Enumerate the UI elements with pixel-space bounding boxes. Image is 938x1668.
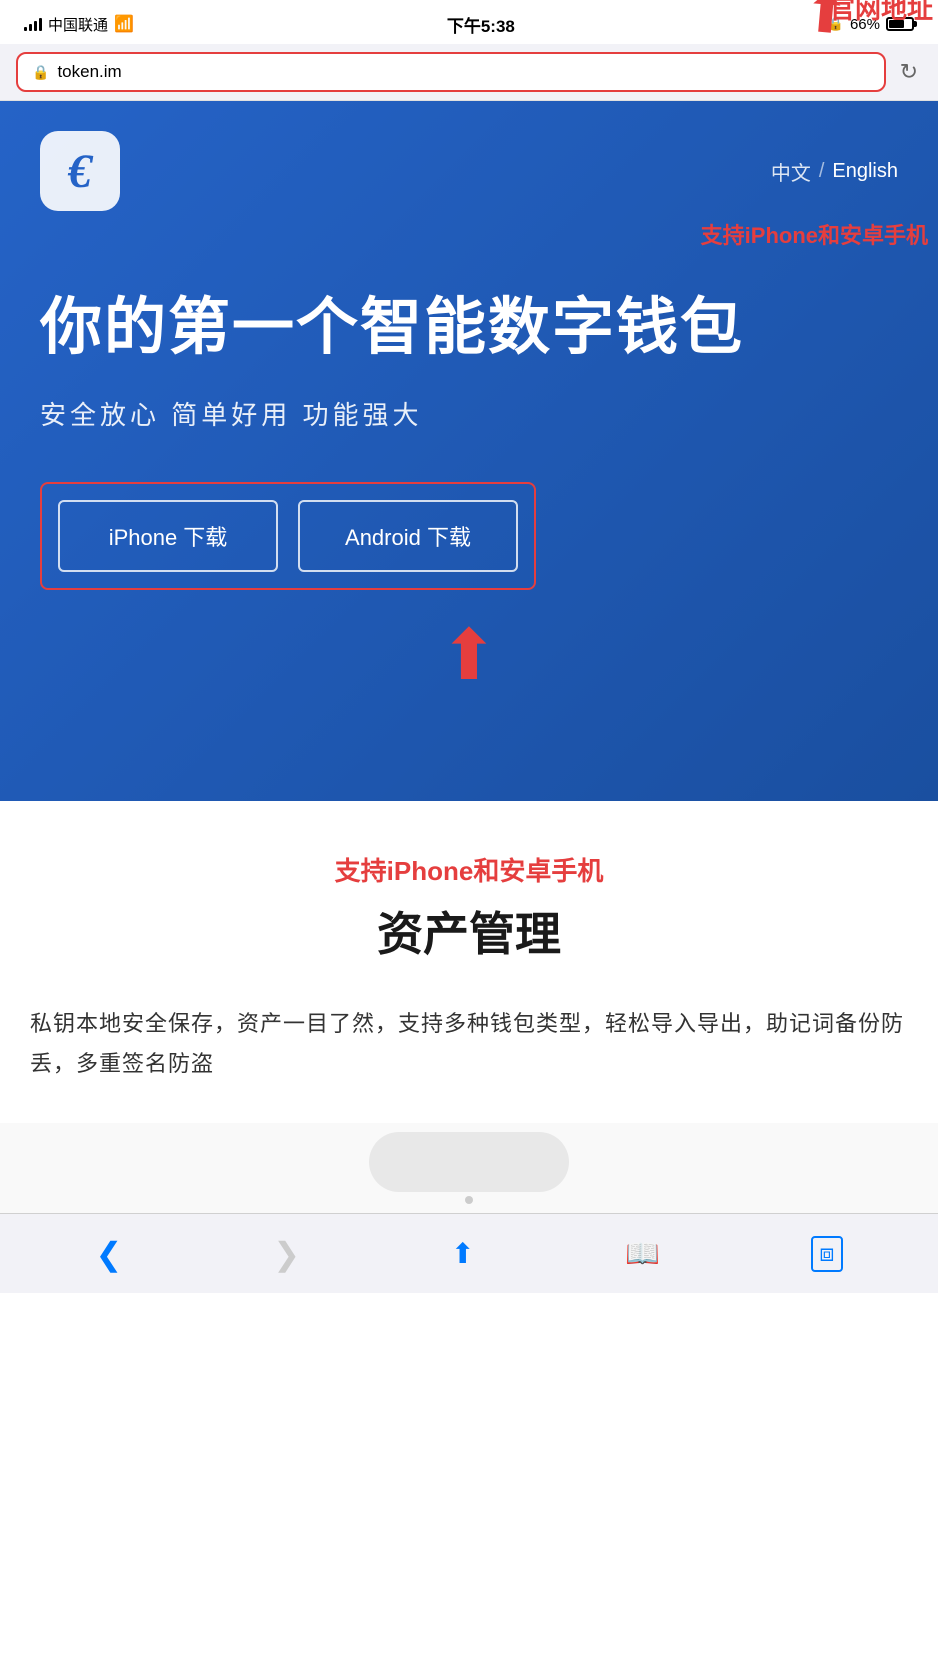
url-bar[interactable]: 🔒 token.im [16, 52, 886, 92]
content-title: 资产管理 [30, 898, 908, 964]
home-indicator [369, 1132, 569, 1204]
hero-nav: € 中文 / English [40, 131, 898, 211]
hero-subtitle: 安全放心 简单好用 功能强大 [40, 395, 898, 432]
wifi-icon: 📶 [114, 14, 134, 34]
bookmarks-icon: 📖 [625, 1237, 660, 1270]
back-button[interactable]: ❮ [79, 1227, 138, 1281]
tabs-button[interactable]: ⧈ [795, 1228, 858, 1280]
arrow-up-icon: ⬆ [440, 620, 499, 690]
lang-en[interactable]: English [832, 160, 898, 183]
browser-bottom-nav: ❮ ❯ ⬆ 📖 ⧈ [0, 1213, 938, 1293]
lock-icon: 🔒 [32, 64, 49, 81]
back-icon: ❮ [95, 1235, 122, 1273]
home-bar[interactable] [369, 1132, 569, 1192]
signal-bars-icon [24, 17, 42, 31]
tabs-icon: ⧈ [811, 1236, 842, 1272]
lock-status-icon: 🔒 [828, 16, 844, 32]
battery-percent: 66% [850, 16, 880, 33]
battery-icon [886, 17, 914, 31]
lang-divider: / [819, 160, 825, 183]
browser-bar: 🔒 token.im ↻ [0, 44, 938, 101]
home-dot [465, 1196, 473, 1204]
download-buttons-group: iPhone 下载 Android 下载 [40, 482, 536, 590]
browser-bar-wrapper: 🔒 token.im ↻ ⬈ 官网地址 [0, 44, 938, 101]
hero-section: € 中文 / English 支持iPhone和安卓手机 你的第一个智能数字钱包… [0, 101, 938, 801]
logo: € [40, 131, 120, 211]
status-right: 🔒 66% [828, 16, 914, 33]
share-icon: ⬆ [451, 1237, 474, 1270]
status-left: 中国联通 📶 [24, 14, 134, 35]
bookmarks-button[interactable]: 📖 [609, 1229, 676, 1278]
home-indicator-area [0, 1123, 938, 1213]
hero-title: 你的第一个智能数字钱包 [40, 291, 898, 365]
arrow-up-annotation: ⬆ [40, 610, 898, 690]
share-button[interactable]: ⬆ [435, 1229, 490, 1278]
refresh-button[interactable]: ↻ [896, 55, 922, 89]
content-section: 支持iPhone和安卓手机 资产管理 私钥本地安全保存，资产一目了然，支持多种钱… [0, 801, 938, 1123]
lang-cn[interactable]: 中文 [771, 157, 811, 186]
carrier-label: 中国联通 [48, 14, 108, 35]
forward-button[interactable]: ❯ [257, 1227, 316, 1281]
url-text[interactable]: token.im [57, 62, 121, 82]
iphone-download-button[interactable]: iPhone 下载 [58, 500, 278, 572]
content-annotation: 支持iPhone和安卓手机 [30, 851, 908, 888]
status-bar: 中国联通 📶 下午5:38 🔒 66% [0, 0, 938, 44]
status-time: 下午5:38 [447, 12, 515, 37]
hero-annotation: 支持iPhone和安卓手机 [701, 221, 928, 252]
forward-icon: ❯ [273, 1235, 300, 1273]
lang-switcher[interactable]: 中文 / English [771, 157, 898, 186]
logo-icon: € [68, 144, 92, 199]
android-download-button[interactable]: Android 下载 [298, 500, 518, 572]
content-description: 私钥本地安全保存，资产一目了然，支持多种钱包类型，轻松导入导出，助记词备份防丢，… [30, 1004, 908, 1083]
